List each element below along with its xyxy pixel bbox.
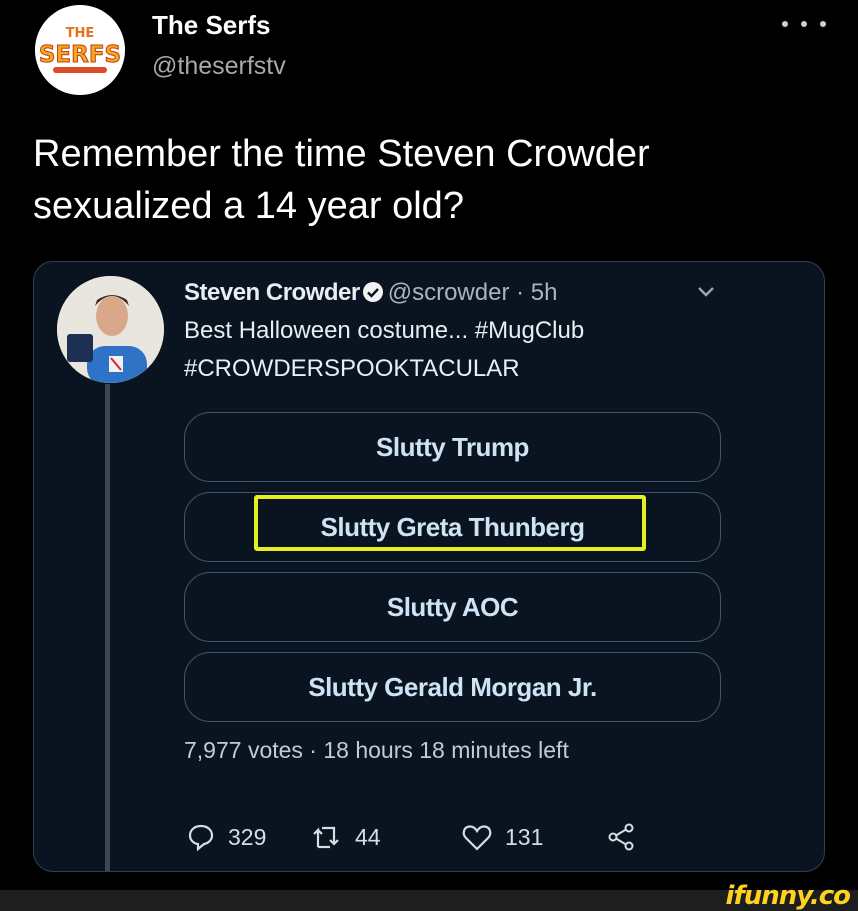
logo-text-the: THE — [66, 26, 95, 41]
tweet-text-line-2: sexualized a 14 year old? — [33, 185, 464, 227]
tweet-action-bar: 329 44 131 — [186, 822, 656, 858]
embedded-tweet-screenshot[interactable]: Steven Crowder @scrowder · 5h Best Hallo… — [33, 261, 825, 872]
embedded-author-name[interactable]: Steven Crowder — [184, 279, 360, 306]
embedded-body-line-2: #CROWDERSPOOKTACULAR — [184, 355, 520, 382]
reply-button[interactable]: 329 — [186, 822, 266, 852]
thread-line — [105, 384, 110, 871]
logo-text-serfs: SERFS — [39, 42, 121, 68]
embedded-tweet-body: Best Halloween costume... #MugClub #CROW… — [184, 312, 744, 388]
author-avatar[interactable]: THE SERFS — [35, 5, 125, 95]
poll-option-4[interactable]: Slutty Gerald Morgan Jr. — [184, 652, 721, 722]
embedded-tweet-time: 5h — [530, 279, 558, 306]
retweet-icon — [313, 826, 339, 849]
share-icon — [608, 823, 634, 851]
embedded-tweet-header: Steven Crowder @scrowder · 5h — [184, 274, 744, 312]
person-photo-icon — [57, 276, 164, 383]
embedded-author-avatar — [57, 276, 164, 383]
meta-separator: · — [516, 279, 525, 306]
embedded-author-handle[interactable]: @scrowder — [388, 279, 510, 306]
embedded-body-line-1: Best Halloween costume... #MugClub — [184, 317, 585, 344]
reply-count: 329 — [228, 823, 267, 850]
author-name[interactable]: The Serfs — [152, 10, 271, 41]
serfs-logo-icon: THE SERFS — [35, 5, 125, 95]
chevron-down-icon[interactable] — [696, 284, 716, 300]
more-options-icon[interactable] — [782, 12, 826, 36]
author-handle[interactable]: @theserfstv — [152, 52, 286, 81]
poll-summary: 7,977 votes · 18 hours 18 minutes left — [184, 737, 569, 763]
ifunny-watermark: ifunny.co — [725, 881, 851, 911]
retweet-count: 44 — [355, 823, 381, 850]
highlight-box — [254, 495, 646, 551]
retweet-button[interactable]: 44 — [311, 822, 381, 852]
tweet-header: THE SERFS The Serfs @theserfstv — [0, 0, 858, 110]
tweet-text: Remember the time Steven Crowder sexuali… — [33, 128, 823, 232]
poll-option-3[interactable]: Slutty AOC — [184, 572, 721, 642]
poll-option-1[interactable]: Slutty Trump — [184, 412, 721, 482]
like-count: 131 — [505, 823, 544, 850]
tweet-text-line-1: Remember the time Steven Crowder — [33, 133, 650, 175]
heart-icon — [462, 825, 492, 851]
reply-icon — [188, 824, 214, 852]
like-button[interactable]: 131 — [461, 822, 543, 852]
verified-badge-icon — [362, 282, 383, 302]
share-button[interactable] — [606, 822, 636, 852]
